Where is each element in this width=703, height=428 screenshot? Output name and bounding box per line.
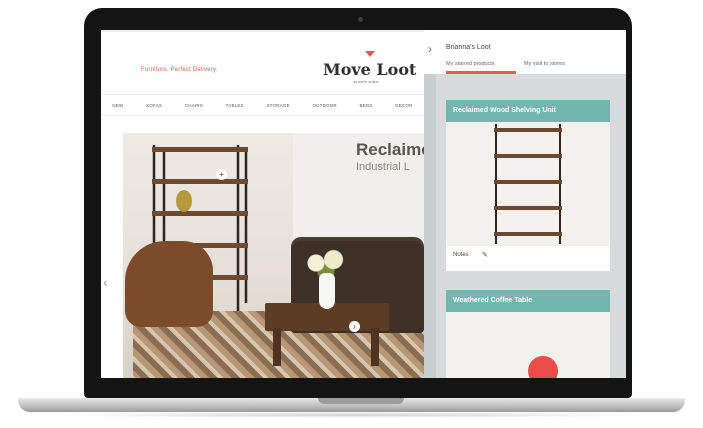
plus-circle-icon[interactable]: › [349,321,360,332]
main-nav: New Sofas Chairs Tables Storage Outdoor … [101,94,424,116]
hero-subtitle: Industrial L [356,161,410,173]
logo[interactable]: Move Loot [323,60,416,79]
leather-chair [125,241,213,327]
laptop-shadow [40,412,663,418]
nav-item[interactable]: New [112,103,123,108]
table-leg [371,328,379,366]
pencil-icon[interactable]: ✎ [482,251,488,259]
product-card[interactable]: Weathered Coffee Table [446,290,610,378]
laptop-screen: Furniture. Perfect Delivery. Move Loot a… [101,30,626,378]
floating-action-button[interactable] [528,356,558,378]
nav-item[interactable]: Outdoor [312,103,336,108]
panel-header: › Brianna's Loot My starred products My … [424,30,626,74]
panel-title: Brianna's Loot [446,44,491,51]
laptop-notch [318,398,404,404]
site-page: Furniture. Perfect Delivery. Move Loot a… [101,30,424,378]
top-border [101,30,424,32]
nav-item[interactable]: Storage [266,103,289,108]
hero-title: Reclaime [356,140,424,159]
tagline: Furniture. Perfect Delivery. [141,67,218,73]
card-title[interactable]: Weathered Coffee Table [446,290,610,312]
chevron-left-icon[interactable]: ‹ [103,274,108,290]
chevron-left-icon[interactable]: › [428,42,432,56]
vase [319,273,335,309]
tab-starred-products[interactable]: My starred products [446,61,495,67]
logo-subtitle: as seen online [353,79,379,84]
hero-image: Reclaime Industrial L + › [123,133,424,378]
card-title[interactable]: Reclaimed Wood Shelving Unit [446,100,610,122]
loot-panel: › Brianna's Loot My starred products My … [424,30,626,378]
table-leg [273,328,281,366]
panel-scrollbar[interactable] [424,74,436,378]
nav-item[interactable]: Chairs [185,103,203,108]
nav-item[interactable]: Beds [360,103,373,108]
notes-label[interactable]: Notes [453,252,469,258]
nav-item[interactable]: Tables [226,103,244,108]
camera-dot [358,17,363,22]
active-tab-indicator [446,71,516,74]
product-card[interactable]: Reclaimed Wood Shelving Unit Notes ✎ [446,100,610,271]
nav-item[interactable]: Decor [395,103,412,108]
product-image[interactable] [446,122,610,246]
nav-item[interactable]: Sofas [146,103,162,108]
tab-store-visits[interactable]: My visit to stores [524,61,565,67]
logo-mark-icon [365,51,375,57]
plus-circle-icon[interactable]: + [216,169,227,180]
shelving-unit-image [494,124,562,244]
